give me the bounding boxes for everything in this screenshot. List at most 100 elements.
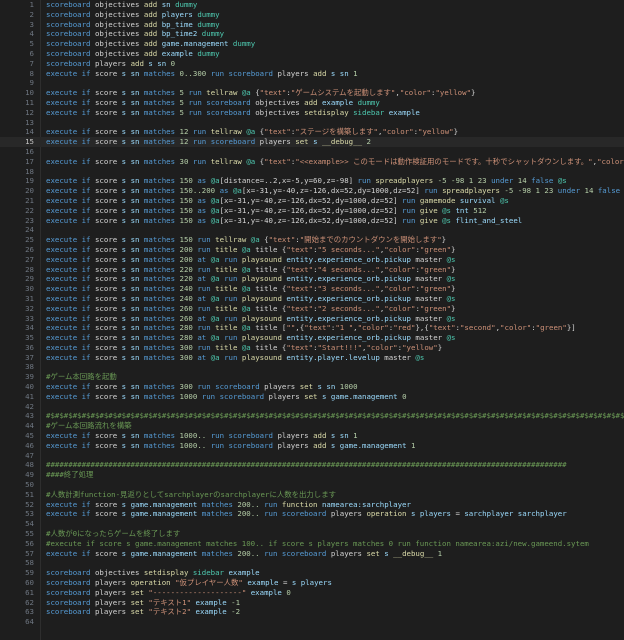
code-line[interactable]: 21 execute if score s sn matches 150 as @… xyxy=(0,196,624,206)
code-line[interactable]: 5 scoreboard objectives add game.manageme… xyxy=(0,39,624,49)
line-code[interactable]: execute if score s sn matches 12 run sco… xyxy=(46,137,371,147)
line-code[interactable]: execute if score s sn matches 5 run scor… xyxy=(46,98,380,108)
code-line[interactable]: 19 execute if score s sn matches 150 as @… xyxy=(0,176,624,186)
line-code[interactable]: scoreboard objectives add game.managemen… xyxy=(46,39,255,49)
code-line[interactable]: 22 execute if score s sn matches 150 as @… xyxy=(0,206,624,216)
line-code[interactable]: #$#$#$#$#$#$#$#$#$#$#$#$#$#$#$#$#$#$#$#$… xyxy=(46,411,624,421)
code-line[interactable]: 45 execute if score s sn matches 1000.. r… xyxy=(0,431,624,441)
line-code[interactable]: execute if score s sn matches 200 run ti… xyxy=(46,245,456,255)
line-code[interactable]: execute if score s game.management match… xyxy=(46,509,567,519)
code-line[interactable]: 31 execute if score s sn matches 240 at @… xyxy=(0,294,624,304)
line-code[interactable]: execute if score s sn matches 240 at @a … xyxy=(46,294,455,304)
line-code[interactable]: execute if score s sn matches 300 at @a … xyxy=(46,353,424,363)
code-line[interactable]: 3 scoreboard objectives add bp_time dummy xyxy=(0,20,624,30)
code-line[interactable]: 48 ######################################… xyxy=(0,460,624,470)
line-code[interactable]: ########################################… xyxy=(46,460,567,470)
line-code[interactable]: #ゲーム本回路流れを構築 xyxy=(46,421,132,431)
line-code[interactable]: scoreboard players set "----------------… xyxy=(46,588,291,598)
code-line[interactable]: 12 execute if score s sn matches 5 run sc… xyxy=(0,108,624,118)
code-editor[interactable]: 1 scoreboard objectives add sn dummy 2 scor… xyxy=(0,0,624,640)
line-code[interactable]: #人数が0になったらゲームを終了します xyxy=(46,529,180,539)
line-code[interactable]: execute if score s sn matches 280 run ti… xyxy=(46,323,576,333)
line-code[interactable]: execute if score s sn matches 5 run scor… xyxy=(46,108,420,118)
line-code[interactable]: execute if score s sn matches 1000.. run… xyxy=(46,441,415,451)
line-code[interactable]: execute if score s sn matches 220 at @a … xyxy=(46,274,455,284)
line-code[interactable]: execute if score s sn matches 150 as @a[… xyxy=(46,176,567,186)
code-line[interactable]: 61 scoreboard players set "--------------… xyxy=(0,588,624,598)
code-line[interactable]: 33 execute if score s sn matches 260 at @… xyxy=(0,314,624,324)
code-line[interactable]: 62 scoreboard players set "テキスト1" example… xyxy=(0,598,624,608)
code-line[interactable]: 42 xyxy=(0,402,624,412)
code-line[interactable]: 53 execute if score s game.management mat… xyxy=(0,509,624,519)
code-line[interactable]: 41 execute if score s sn matches 1000 run… xyxy=(0,392,624,402)
code-line[interactable]: 26 execute if score s sn matches 200 run … xyxy=(0,245,624,255)
code-line[interactable]: 54 xyxy=(0,519,624,529)
code-line[interactable]: 49 ####終了処理 xyxy=(0,470,624,480)
code-line[interactable]: 36 execute if score s sn matches 300 run … xyxy=(0,343,624,353)
code-line[interactable]: 50 xyxy=(0,480,624,490)
line-code[interactable]: execute if score s sn matches 300 run sc… xyxy=(46,382,358,392)
code-line[interactable]: 32 execute if score s sn matches 260 run … xyxy=(0,304,624,314)
code-line[interactable]: 43 #$#$#$#$#$#$#$#$#$#$#$#$#$#$#$#$#$#$#$… xyxy=(0,411,624,421)
line-code[interactable]: execute if score s sn matches 260 run ti… xyxy=(46,304,456,314)
code-line[interactable]: 55 #人数が0になったらゲームを終了します xyxy=(0,529,624,539)
code-line[interactable]: 1 scoreboard objectives add sn dummy xyxy=(0,0,624,10)
code-line[interactable]: 2 scoreboard objectives add players dummy xyxy=(0,10,624,20)
line-code[interactable]: execute if score s sn matches 12 run tel… xyxy=(46,127,458,137)
code-line[interactable]: 39 #ゲーム本回路を起動 xyxy=(0,372,624,382)
code-line[interactable]: 38 xyxy=(0,362,624,372)
code-line[interactable]: 4 scoreboard objectives add bp_time2 dumm… xyxy=(0,29,624,39)
line-code[interactable]: execute if score s sn matches 1000.. run… xyxy=(46,431,358,441)
code-line[interactable]: 10 execute if score s sn matches 5 run te… xyxy=(0,88,624,98)
code-line[interactable]: 46 execute if score s sn matches 1000.. r… xyxy=(0,441,624,451)
line-code[interactable]: #execute if score s game.management matc… xyxy=(46,539,589,549)
code-line[interactable]: 28 execute if score s sn matches 220 run … xyxy=(0,265,624,275)
line-code[interactable]: execute if score s sn matches 150 as @a[… xyxy=(46,196,509,206)
code-line[interactable]: 20 execute if score s sn matches 150..200… xyxy=(0,186,624,196)
line-code[interactable]: execute if score s sn matches 1000 run s… xyxy=(46,392,407,402)
line-code[interactable]: execute if score s sn matches 5 run tell… xyxy=(46,88,476,98)
code-line[interactable]: 40 execute if score s sn matches 300 run … xyxy=(0,382,624,392)
code-line[interactable]: 60 scoreboard players operation "仮プレイヤー人数… xyxy=(0,578,624,588)
code-line[interactable]: 63 scoreboard players set "テキスト2" example… xyxy=(0,607,624,617)
line-code[interactable]: execute if score s game.management match… xyxy=(46,549,442,559)
line-code[interactable]: scoreboard objectives add bp_time2 dummy xyxy=(46,29,224,39)
code-line[interactable]: 51 #人数計測function-見返りとしてsarchplayerのsarchp… xyxy=(0,490,624,500)
line-code[interactable]: scoreboard objectives setdisplay sidebar… xyxy=(46,568,260,578)
code-line[interactable]: 34 execute if score s sn matches 280 run … xyxy=(0,323,624,333)
line-code[interactable]: execute if score s sn matches 300 run ti… xyxy=(46,343,442,353)
line-code[interactable]: execute if score s sn matches 260 at @a … xyxy=(46,314,455,324)
code-line[interactable]: 24 xyxy=(0,225,624,235)
code-line[interactable]: 25 execute if score s sn matches 150 run … xyxy=(0,235,624,245)
code-line[interactable]: 37 execute if score s sn matches 300 at @… xyxy=(0,353,624,363)
code-line[interactable]: 11 execute if score s sn matches 5 run sc… xyxy=(0,98,624,108)
code-line[interactable]: 8 execute if score s sn matches 0..300 ru… xyxy=(0,69,624,79)
line-code[interactable]: execute if score s sn matches 200 at @a … xyxy=(46,255,455,265)
code-line[interactable]: 18 xyxy=(0,167,624,177)
line-code[interactable]: execute if score s sn matches 240 run ti… xyxy=(46,284,456,294)
line-code[interactable]: scoreboard objectives add players dummy xyxy=(46,10,220,20)
code-line[interactable]: 14 execute if score s sn matches 12 run t… xyxy=(0,127,624,137)
line-code[interactable]: execute if score s sn matches 150..200 a… xyxy=(46,186,624,196)
code-line[interactable]: 57 execute if score s game.management mat… xyxy=(0,549,624,559)
line-code[interactable]: execute if score s sn matches 30 run tel… xyxy=(46,157,624,167)
line-code[interactable]: scoreboard players set "テキスト2" example -… xyxy=(46,607,240,617)
code-line[interactable]: 44 #ゲーム本回路流れを構築 xyxy=(0,421,624,431)
code-line[interactable]: 58 xyxy=(0,558,624,568)
line-code[interactable]: execute if score s sn matches 150 as @a[… xyxy=(46,206,487,216)
line-code[interactable]: execute if score s sn matches 150 run te… xyxy=(46,235,446,245)
code-line[interactable]: 13 xyxy=(0,118,624,128)
code-line[interactable]: 35 execute if score s sn matches 280 at @… xyxy=(0,333,624,343)
line-code[interactable]: #人数計測function-見返りとしてsarchplayerのsarchpla… xyxy=(46,490,336,500)
code-line[interactable]: 59 scoreboard objectives setdisplay sideb… xyxy=(0,568,624,578)
line-code[interactable]: scoreboard objectives add bp_time dummy xyxy=(46,20,220,30)
code-line[interactable]: 17 execute if score s sn matches 30 run t… xyxy=(0,157,624,167)
code-line[interactable]: 56 #execute if score s game.management ma… xyxy=(0,539,624,549)
code-line[interactable]: 15 execute if score s sn matches 12 run s… xyxy=(0,137,624,147)
code-line[interactable]: 52 execute if score s game.management mat… xyxy=(0,500,624,510)
code-line[interactable]: 29 execute if score s sn matches 220 at @… xyxy=(0,274,624,284)
line-code[interactable]: execute if score s sn matches 0..300 run… xyxy=(46,69,358,79)
line-code[interactable]: execute if score s sn matches 150 as @a[… xyxy=(46,216,522,226)
code-line[interactable]: 64 xyxy=(0,617,624,627)
line-code[interactable]: scoreboard players add s sn 0 xyxy=(46,59,175,69)
